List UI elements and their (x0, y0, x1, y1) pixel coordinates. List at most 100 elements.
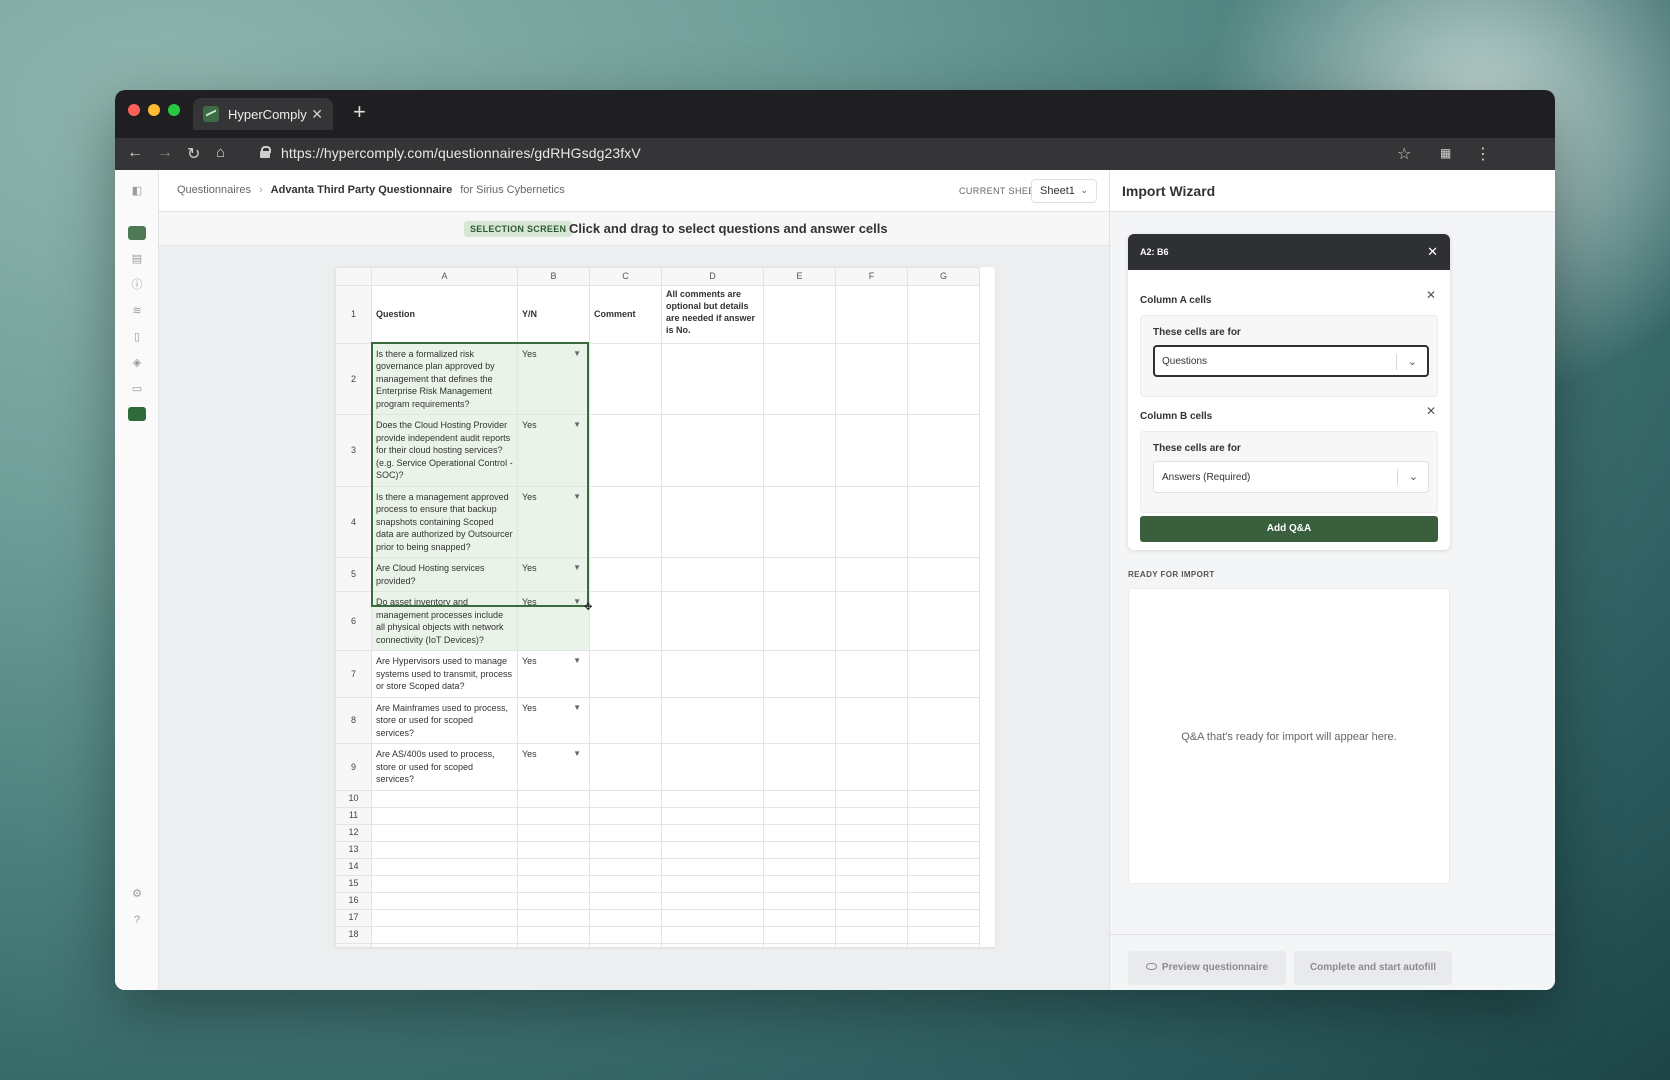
browser-tab[interactable]: HyperComply ✕ (193, 98, 333, 130)
cell[interactable] (517, 806, 590, 825)
cell[interactable] (589, 485, 662, 558)
cell[interactable] (661, 891, 764, 910)
cell[interactable] (589, 789, 662, 808)
cell[interactable] (661, 874, 764, 893)
row-number[interactable]: 14 (335, 857, 372, 876)
cell[interactable] (661, 908, 764, 927)
cell[interactable] (763, 840, 836, 859)
cell[interactable] (589, 925, 662, 944)
cell[interactable] (589, 857, 662, 876)
cell[interactable] (661, 342, 764, 415)
cell[interactable] (589, 806, 662, 825)
cell[interactable] (835, 891, 908, 910)
cell[interactable] (907, 414, 980, 487)
cell[interactable] (763, 696, 836, 744)
row-number[interactable]: 9 (335, 743, 372, 791)
cell[interactable] (763, 908, 836, 927)
column-header-b[interactable]: B (517, 267, 590, 286)
cell[interactable] (517, 891, 590, 910)
document-icon[interactable]: ▯ (130, 330, 144, 344)
row-number[interactable]: 19 (335, 942, 372, 947)
minimize-window-button[interactable] (148, 104, 160, 116)
cell[interactable] (517, 840, 590, 859)
cell[interactable] (763, 743, 836, 791)
preview-questionnaire-button[interactable]: Preview questionnaire (1128, 951, 1286, 985)
cell[interactable] (907, 557, 980, 592)
cell[interactable] (907, 743, 980, 791)
answer-cell[interactable]: ▼ Yes (517, 743, 590, 791)
answer-cell[interactable]: ▼ Yes (517, 591, 590, 651)
answer-cell[interactable]: ▼ Yes (517, 557, 590, 592)
cell[interactable] (517, 942, 590, 947)
forward-arrow-icon[interactable]: → (157, 144, 173, 162)
cell[interactable] (835, 942, 908, 947)
cell[interactable] (517, 789, 590, 808)
row-number[interactable]: 5 (335, 557, 372, 592)
cell[interactable] (835, 857, 908, 876)
dropdown-arrow-icon[interactable]: ▼ (573, 748, 581, 761)
cell[interactable] (763, 857, 836, 876)
row-number[interactable]: 4 (335, 485, 372, 558)
cell[interactable] (835, 925, 908, 944)
cell[interactable] (835, 840, 908, 859)
cell[interactable] (907, 591, 980, 651)
question-cell[interactable]: Are Mainframes used to process, store or… (371, 696, 518, 744)
add-qa-button[interactable]: Add Q&A (1140, 516, 1438, 542)
cell[interactable] (661, 857, 764, 876)
close-window-button[interactable] (128, 104, 140, 116)
back-arrow-icon[interactable]: ← (127, 144, 143, 162)
extensions-icon[interactable]: ▦ (1440, 146, 1451, 160)
cell[interactable] (517, 857, 590, 876)
cell[interactable] (835, 342, 908, 415)
answer-cell[interactable]: ▼ Yes (517, 485, 590, 558)
cell[interactable] (517, 925, 590, 944)
spreadsheet-grid[interactable]: A B C D E F G 1 Question Y/N Comment All… (335, 267, 980, 947)
row-number[interactable]: 12 (335, 823, 372, 842)
cell[interactable] (589, 414, 662, 487)
cell[interactable] (835, 650, 908, 698)
cell[interactable] (589, 743, 662, 791)
column-header-f[interactable]: F (835, 267, 908, 286)
cell[interactable] (517, 908, 590, 927)
cell[interactable] (907, 342, 980, 415)
cell[interactable] (835, 557, 908, 592)
info-icon[interactable]: ⓘ (130, 278, 144, 292)
cell[interactable] (661, 823, 764, 842)
corner-cell[interactable] (335, 267, 372, 286)
cell[interactable] (907, 806, 980, 825)
cell[interactable] (907, 485, 980, 558)
sidebar-toggle-icon[interactable]: ◧ (130, 184, 144, 198)
dropdown-arrow-icon[interactable]: ▼ (573, 596, 581, 609)
url-bar[interactable]: https://hypercomply.com/questionnaires/g… (281, 145, 641, 161)
drag-handle-icon[interactable]: ✥ (584, 603, 594, 613)
cell[interactable] (589, 942, 662, 947)
cell[interactable] (371, 823, 518, 842)
row-number[interactable]: 8 (335, 696, 372, 744)
row-number[interactable]: 16 (335, 891, 372, 910)
cell[interactable] (835, 743, 908, 791)
dropdown-arrow-icon[interactable]: ▼ (573, 491, 581, 504)
close-icon[interactable]: ✕ (1427, 244, 1438, 260)
cell[interactable] (835, 789, 908, 808)
cell[interactable] (661, 743, 764, 791)
cell[interactable] (661, 485, 764, 558)
cell[interactable] (763, 789, 836, 808)
cell[interactable] (589, 908, 662, 927)
question-cell[interactable]: Is there a management approved process t… (371, 485, 518, 558)
cell[interactable] (371, 874, 518, 893)
database-icon[interactable]: ≋ (130, 304, 144, 318)
shield-icon[interactable]: ◈ (130, 356, 144, 370)
answer-cell[interactable]: ▼ Yes (517, 696, 590, 744)
column-header-d[interactable]: D (661, 267, 764, 286)
cell[interactable] (371, 925, 518, 944)
row-number[interactable]: 10 (335, 789, 372, 808)
help-icon[interactable]: ? (130, 913, 144, 927)
answer-cell[interactable]: ▼ Yes (517, 414, 590, 487)
cell[interactable] (763, 891, 836, 910)
maximize-window-button[interactable] (168, 104, 180, 116)
row-number[interactable]: 6 (335, 591, 372, 651)
spreadsheet[interactable]: A B C D E F G 1 Question Y/N Comment All… (335, 267, 995, 947)
column-a-type-select[interactable]: Questions ⌄ (1153, 345, 1429, 377)
breadcrumb-questionnaires[interactable]: Questionnaires (177, 184, 251, 196)
dropdown-arrow-icon[interactable]: ▼ (573, 655, 581, 668)
